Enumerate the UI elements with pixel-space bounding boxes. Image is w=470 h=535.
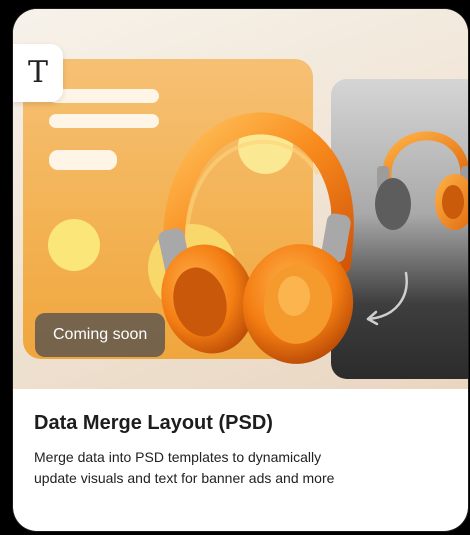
headphones-illustration	[158, 112, 354, 364]
card-body: Data Merge Layout (PSD) Merge data into …	[34, 410, 454, 489]
text-placeholder-line	[49, 89, 159, 103]
text-tool-icon: T	[13, 44, 63, 102]
decorative-circle	[48, 219, 100, 271]
headphones-small-illustration	[375, 131, 468, 230]
text-tool-glyph: T	[27, 55, 48, 90]
feature-card[interactable]: T Coming soon Data Merge Layout (PSD) Me…	[13, 9, 468, 531]
hero-illustration: T Coming soon	[13, 9, 468, 389]
card-description: Merge data into PSD templates to dynamic…	[34, 449, 335, 486]
text-placeholder-line	[49, 114, 159, 128]
card-title: Data Merge Layout (PSD)	[34, 412, 273, 434]
text-placeholder-line	[49, 150, 117, 170]
coming-soon-badge: Coming soon	[35, 313, 166, 357]
